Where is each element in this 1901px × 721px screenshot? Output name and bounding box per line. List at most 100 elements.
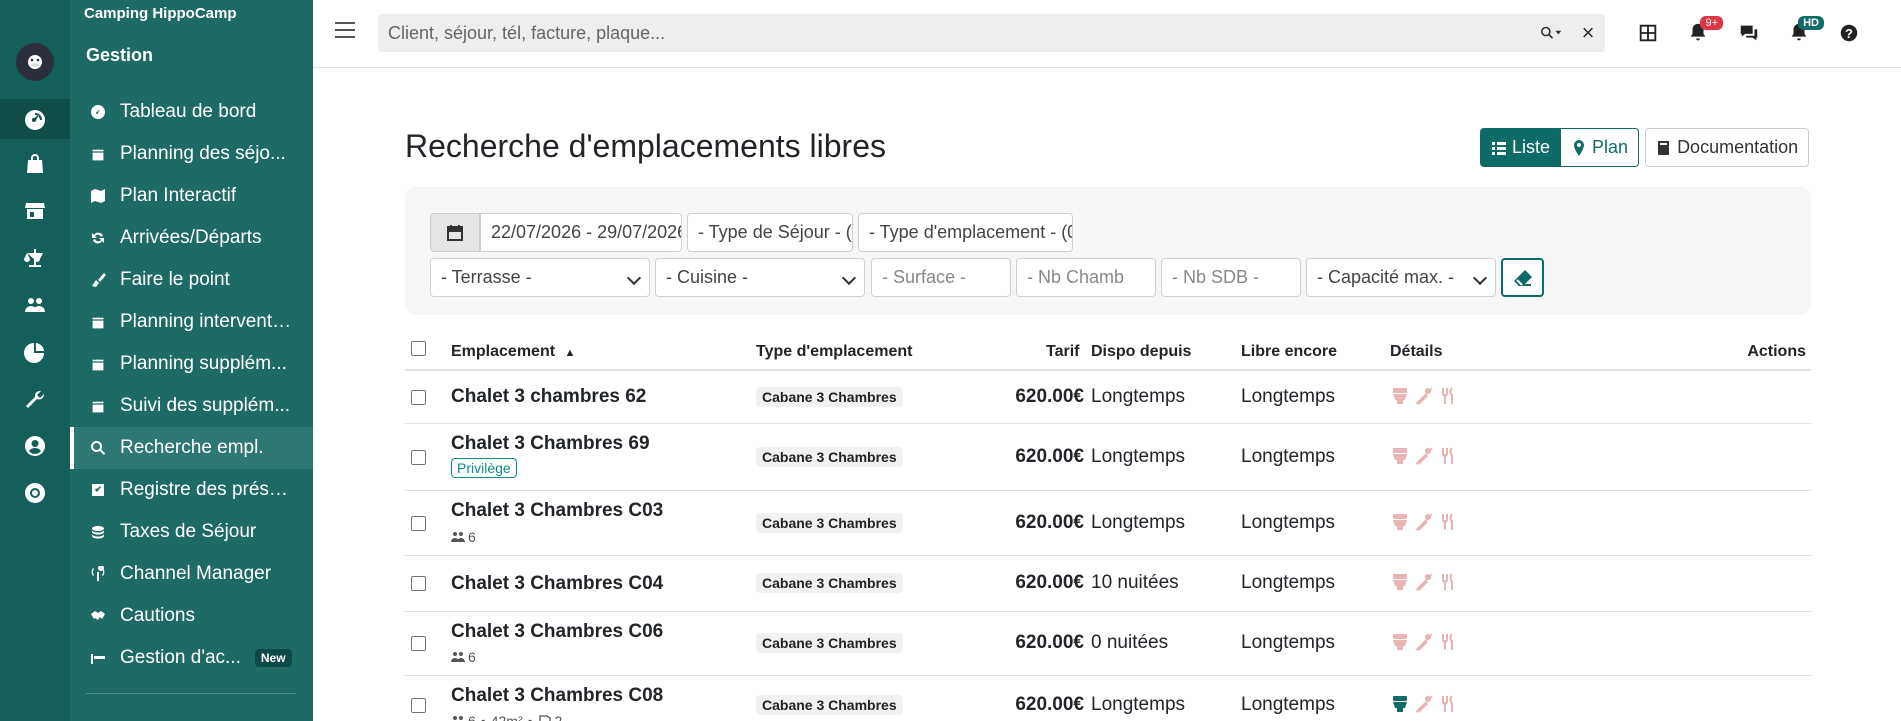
dashboard-icon[interactable] <box>0 99 70 139</box>
tarif-value: 620.00€ <box>1015 512 1084 533</box>
sidebar-item-label: Channel Manager <box>120 563 272 584</box>
table-row[interactable]: Chalet 3 Chambres C08 6 • 42m² • 2 Cabane 3 Ch… <box>405 676 1811 721</box>
sidebar-item[interactable]: Recherche empl. <box>70 427 313 469</box>
handshake-icon <box>88 606 108 626</box>
capacite-select[interactable]: - Capacité max. - <box>1306 258 1496 297</box>
section-title: Gestion <box>86 45 154 65</box>
emplacement-name[interactable]: Chalet 3 Chambres C08 <box>451 685 663 707</box>
sidebar-item-label: Cautions <box>120 605 195 626</box>
grid-icon[interactable] <box>1633 18 1663 48</box>
emplacement-name[interactable]: Chalet 3 chambres 62 <box>451 386 646 408</box>
clear-search-icon[interactable]: × <box>1571 14 1605 52</box>
search-input[interactable] <box>378 22 1531 44</box>
table-row[interactable]: Chalet 3 chambres 62 Cabane 3 Chambres 620… <box>405 371 1811 424</box>
calendar-icon[interactable] <box>430 213 480 252</box>
sidebar-item[interactable]: Cautions <box>70 595 313 637</box>
camping-name: Camping HippoCamp <box>84 5 237 22</box>
notification-bell-icon[interactable]: 9+ <box>1683 16 1723 48</box>
store-icon[interactable] <box>0 191 70 231</box>
detail-icons <box>1390 572 1458 592</box>
documentation-button[interactable]: Documentation <box>1645 128 1810 167</box>
emplacement-name[interactable]: Chalet 3 Chambres C04 <box>451 573 663 595</box>
tarif-value: 620.00€ <box>1015 694 1084 715</box>
search-icon <box>88 438 108 458</box>
user-circle-icon[interactable] <box>0 426 70 466</box>
type-badge: Cabane 3 Chambres <box>756 633 903 653</box>
emplacement-name[interactable]: Chalet 3 Chambres C03 <box>451 500 663 522</box>
table-row[interactable]: Chalet 3 Chambres 69 Privilège Cabane 3 Ch… <box>405 424 1811 491</box>
sidebar-item[interactable]: Planning supplém... <box>70 343 313 385</box>
plan-button[interactable]: Plan <box>1561 128 1640 167</box>
wrench-icon[interactable] <box>0 379 70 419</box>
sidebar-item[interactable]: Tableau de bord <box>70 91 313 133</box>
row-checkbox[interactable] <box>411 698 426 713</box>
row-checkbox[interactable] <box>411 576 426 591</box>
sidebar-item[interactable]: Faire le point <box>70 259 313 301</box>
nb-chambres-field[interactable]: - Nb Chamb <box>1016 258 1156 297</box>
table-row[interactable]: Chalet 3 Chambres C04 Cabane 3 Chambres 62… <box>405 556 1811 612</box>
surface-field[interactable]: - Surface - <box>871 258 1011 297</box>
row-checkbox[interactable] <box>411 516 426 531</box>
sidebar-item[interactable]: Planning des séjo... <box>70 133 313 175</box>
sidebar-item-label: Suivi des supplém... <box>120 395 291 416</box>
bag-icon[interactable] <box>0 144 70 184</box>
cooking-icon <box>1415 447 1433 465</box>
sidebar-item-label: Planning supplém... <box>120 353 287 374</box>
terrasse-select[interactable]: - Terrasse - <box>430 258 650 297</box>
dispo-value: Longtemps <box>1091 446 1186 467</box>
sidebar-item[interactable]: Registre des prése... <box>70 469 313 511</box>
sidebar-item-label: Recherche empl. <box>120 437 264 458</box>
row-checkbox[interactable] <box>411 636 426 651</box>
chat-icon[interactable] <box>1734 18 1764 48</box>
libre-value: Longtemps <box>1241 694 1336 715</box>
sidebar-item[interactable]: Channel Manager <box>70 553 313 595</box>
balance-icon[interactable] <box>0 238 70 278</box>
users-icon <box>451 652 465 662</box>
date-range-field[interactable]: 22/07/2026 - 29/07/2026 <box>480 213 682 252</box>
emplacement-name[interactable]: Chalet 3 Chambres C06 <box>451 621 663 643</box>
row-checkbox[interactable] <box>411 390 426 405</box>
row-checkbox[interactable] <box>411 450 426 465</box>
select-all-checkbox[interactable] <box>411 341 426 356</box>
cooking-icon <box>1415 387 1433 405</box>
pie-chart-icon[interactable] <box>0 332 70 372</box>
hippo-logo-icon[interactable] <box>16 43 54 81</box>
sidebar-item-label: Faire le point <box>120 269 230 290</box>
rooms-value: 2 <box>554 713 563 721</box>
sidebar-item[interactable]: Gestion d'ac... New <box>70 637 313 679</box>
type-sejour-select[interactable]: - Type de Séjour - (0) <box>687 213 853 252</box>
list-icon <box>1492 141 1506 155</box>
libre-value: Longtemps <box>1241 446 1336 467</box>
sidebar-item[interactable]: Plan Interactif <box>70 175 313 217</box>
sidebar-item[interactable]: Taxes de Séjour <box>70 511 313 553</box>
sidebar-item[interactable]: Planning interventi... <box>70 301 313 343</box>
toilet-icon <box>1393 448 1407 464</box>
search-dropdown-icon[interactable] <box>1531 24 1571 42</box>
table-row[interactable]: Chalet 3 Chambres C06 6 Cabane 3 Chambres 6… <box>405 612 1811 676</box>
sidebar-item[interactable]: Suivi des supplém... <box>70 385 313 427</box>
users-icon[interactable] <box>0 285 70 325</box>
type-badge: Cabane 3 Chambres <box>756 695 903 715</box>
user-bell-icon[interactable]: HD <box>1784 16 1824 48</box>
detail-icons <box>1390 632 1458 652</box>
hamburger-icon[interactable] <box>335 22 355 40</box>
nb-sdb-field[interactable]: - Nb SDB - <box>1161 258 1301 297</box>
sidebar-item-label: Planning interventi... <box>120 311 292 332</box>
liste-button[interactable]: Liste <box>1480 128 1562 167</box>
dispo-value: 0 nuitées <box>1091 632 1169 653</box>
cuisine-select[interactable]: - Cuisine - <box>655 258 865 297</box>
surface-value: 42m² <box>490 713 523 721</box>
eraser-button[interactable] <box>1501 258 1544 297</box>
table-header: Emplacement ▲ Type d'emplacement Tarif D… <box>405 335 1811 371</box>
sidebar-item[interactable]: Arrivées/Départs <box>70 217 313 259</box>
help-icon[interactable]: ? <box>1834 18 1864 48</box>
type-emplacement-select[interactable]: - Type d'emplacement - (0) <box>858 213 1073 252</box>
col-emplacement[interactable]: Emplacement ▲ <box>451 343 575 361</box>
sidebar-item-label: Taxes de Séjour <box>120 521 257 542</box>
emplacement-name[interactable]: Chalet 3 Chambres 69 <box>451 433 650 455</box>
dispo-value: Longtemps <box>1091 694 1186 715</box>
table-row[interactable]: Chalet 3 Chambres C03 6 Cabane 3 Chambres 6… <box>405 491 1811 556</box>
door-icon <box>538 715 551 721</box>
capacity-info: 6 <box>451 529 476 545</box>
lifebuoy-icon[interactable] <box>0 473 70 513</box>
